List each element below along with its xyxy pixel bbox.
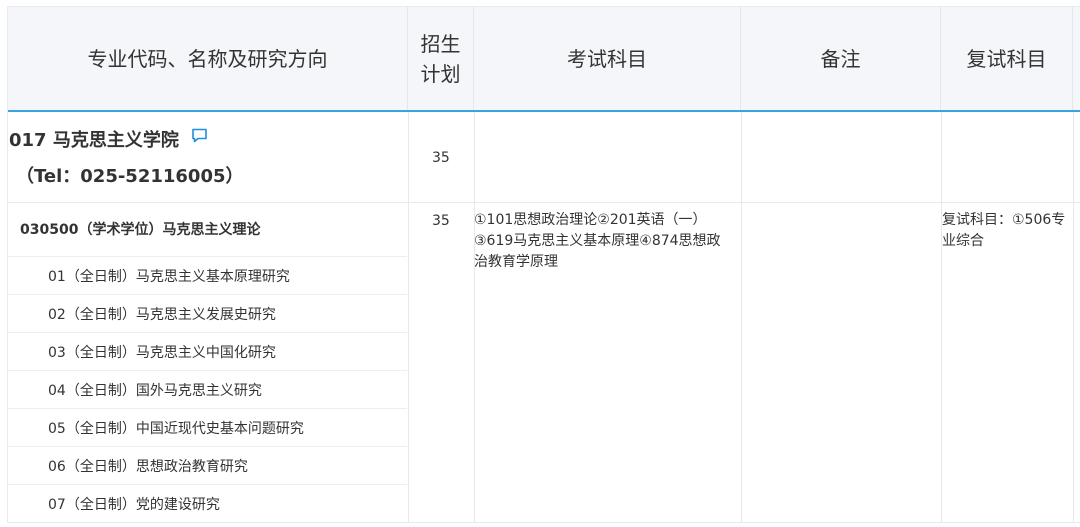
exam-subjects: ①101思想政治理论②201英语（一）③619马克思主义基本原理④874思想政治…: [474, 212, 721, 270]
list-item: 05（全日制）中国近现代史基本问题研究: [7, 408, 407, 445]
grid-line: [1073, 112, 1074, 523]
school-name: 017 马克思主义学院: [9, 130, 179, 151]
direction-label: 03（全日制）马克思主义中国化研究: [48, 345, 276, 361]
major-title: 030500（学术学位）马克思主义理论: [20, 222, 261, 238]
row-divider: [8, 202, 1080, 203]
list-item: 06（全日制）思想政治教育研究: [7, 446, 407, 483]
retest-subjects: 复试科目：①506专业综合: [942, 212, 1066, 249]
direction-label: 05（全日制）中国近现代史基本问题研究: [48, 421, 304, 437]
list-item: 07（全日制）党的建设研究: [7, 484, 407, 521]
school-plan: 35: [432, 150, 450, 166]
direction-label: 01（全日制）马克思主义基本原理研究: [48, 269, 290, 285]
row-divider: [8, 522, 1080, 523]
header-plan-line1: 招生: [420, 31, 461, 56]
header-plan: 招生 计划: [408, 7, 474, 110]
list-item: 02（全日制）马克思主义发展史研究: [7, 294, 407, 331]
direction-label: 02（全日制）马克思主义发展史研究: [48, 307, 276, 323]
comment-icon[interactable]: [191, 127, 208, 144]
direction-label: 06（全日制）思想政治教育研究: [48, 459, 248, 475]
direction-label: 04（全日制）国外马克思主义研究: [48, 383, 262, 399]
major-plan: 35: [432, 213, 450, 229]
grid-line: [941, 112, 942, 523]
table-header: 专业代码、名称及研究方向 招生 计划 考试科目 备注 复试科目: [8, 7, 1080, 112]
list-item: 04（全日制）国外马克思主义研究: [7, 370, 407, 407]
grid-line: [741, 112, 742, 523]
direction-label: 07（全日制）党的建设研究: [48, 497, 220, 513]
school-tel: （Tel：025-52116005）: [16, 166, 244, 187]
header-plan-line2: 计划: [420, 61, 461, 86]
header-exam: 考试科目: [474, 7, 741, 110]
header-note: 备注: [741, 7, 941, 110]
list-item: 03（全日制）马克思主义中国化研究: [7, 332, 407, 369]
header-major: 专业代码、名称及研究方向: [8, 7, 408, 110]
grid-line: [474, 112, 475, 523]
header-retest: 复试科目: [941, 7, 1073, 110]
grid-line: [408, 112, 409, 523]
list-item: 01（全日制）马克思主义基本原理研究: [7, 256, 407, 293]
